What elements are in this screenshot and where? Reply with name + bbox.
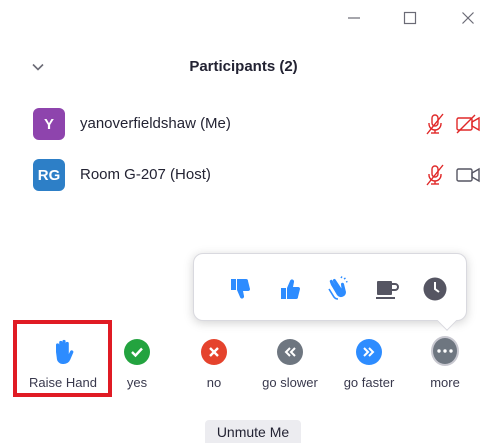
- checkmark-icon: [123, 338, 151, 366]
- mic-muted-icon[interactable]: [424, 164, 446, 186]
- coffee-icon[interactable]: [374, 275, 402, 303]
- close-icon[interactable]: [456, 6, 480, 30]
- participants-header: Participants (2): [0, 52, 487, 82]
- minimize-icon[interactable]: [342, 6, 366, 30]
- yes-button[interactable]: yes: [108, 330, 166, 392]
- more-label: more: [430, 375, 460, 390]
- go-slower-button[interactable]: go slower: [250, 330, 330, 392]
- participant-row[interactable]: Y yanoverfieldshaw (Me): [0, 104, 487, 144]
- avatar: Y: [33, 108, 65, 140]
- clock-icon[interactable]: [421, 275, 449, 303]
- panel-title: Participants (2): [189, 58, 298, 75]
- go-slower-label: go slower: [262, 375, 318, 390]
- participant-name: yanoverfieldshaw (Me): [80, 115, 231, 132]
- mic-muted-icon[interactable]: [424, 113, 446, 135]
- reactions-popup: [193, 253, 467, 331]
- no-label: no: [206, 375, 222, 390]
- video-on-icon[interactable]: [455, 165, 481, 185]
- fast-forward-icon: [355, 338, 383, 366]
- feedback-toolbar: Raise Hand yes no go slower go faster mo…: [0, 330, 487, 392]
- video-off-icon[interactable]: [455, 114, 481, 134]
- yes-label: yes: [126, 375, 148, 390]
- participant-row[interactable]: RG Room G-207 (Host): [0, 155, 487, 195]
- x-mark-icon: [200, 338, 228, 366]
- avatar: RG: [33, 159, 65, 191]
- window-controls: [0, 0, 487, 36]
- more-button[interactable]: more: [416, 330, 474, 392]
- raise-hand-label: Raise Hand: [29, 375, 97, 390]
- no-button[interactable]: no: [185, 330, 243, 392]
- rewind-icon: [276, 338, 304, 366]
- clapping-hands-icon[interactable]: [324, 275, 352, 303]
- more-icon: [431, 336, 459, 366]
- participant-name: Room G-207 (Host): [80, 166, 211, 183]
- thumbs-down-icon[interactable]: [227, 275, 255, 303]
- go-faster-label: go faster: [343, 375, 395, 390]
- unmute-button[interactable]: Unmute Me: [205, 420, 301, 443]
- raise-hand-icon: [49, 338, 77, 366]
- thumbs-up-icon[interactable]: [277, 275, 305, 303]
- go-faster-button[interactable]: go faster: [332, 330, 406, 392]
- maximize-icon[interactable]: [398, 6, 422, 30]
- raise-hand-button[interactable]: Raise Hand: [15, 330, 111, 392]
- popup-arrow: [437, 311, 457, 331]
